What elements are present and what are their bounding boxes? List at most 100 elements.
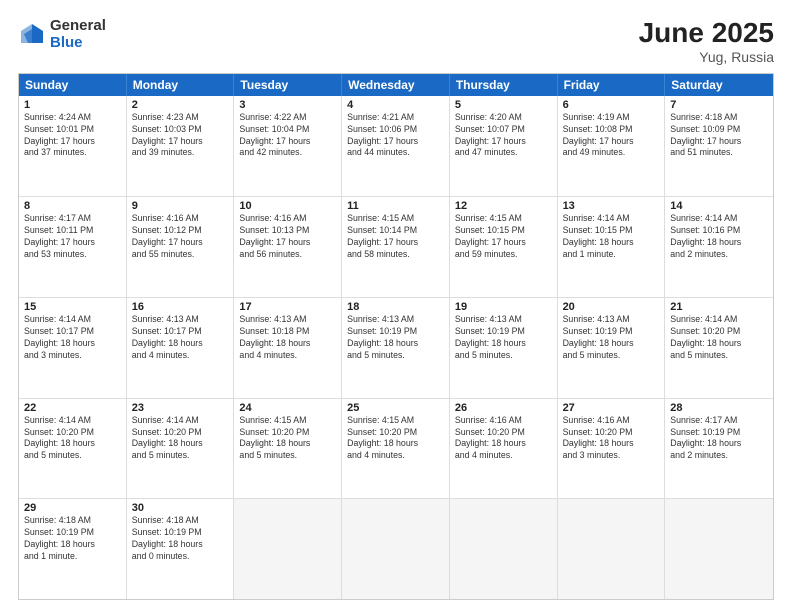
day-number: 8 — [24, 200, 121, 212]
day-number: 24 — [239, 402, 336, 414]
day-info: Sunrise: 4:16 AM Sunset: 10:20 PM Daylig… — [563, 415, 660, 463]
header-day-wednesday: Wednesday — [342, 74, 450, 96]
page: General Blue June 2025 Yug, Russia Sunda… — [0, 0, 792, 612]
calendar-row-5: 29Sunrise: 4:18 AM Sunset: 10:19 PM Dayl… — [19, 498, 773, 599]
month-title: June 2025 — [639, 18, 774, 49]
calendar-cell-7: 7Sunrise: 4:18 AM Sunset: 10:09 PM Dayli… — [665, 96, 773, 197]
location: Yug, Russia — [639, 49, 774, 65]
day-number: 21 — [670, 301, 768, 313]
day-info: Sunrise: 4:13 AM Sunset: 10:19 PM Daylig… — [563, 314, 660, 362]
logo: General Blue — [18, 18, 106, 51]
title-block: June 2025 Yug, Russia — [639, 18, 774, 65]
calendar-cell-22: 22Sunrise: 4:14 AM Sunset: 10:20 PM Dayl… — [19, 399, 127, 499]
day-info: Sunrise: 4:15 AM Sunset: 10:15 PM Daylig… — [455, 213, 552, 261]
calendar-cell-empty — [450, 499, 558, 599]
day-number: 20 — [563, 301, 660, 313]
day-info: Sunrise: 4:24 AM Sunset: 10:01 PM Daylig… — [24, 112, 121, 160]
day-number: 4 — [347, 99, 444, 111]
logo-blue: Blue — [50, 35, 106, 52]
day-info: Sunrise: 4:17 AM Sunset: 10:19 PM Daylig… — [670, 415, 768, 463]
calendar-row-3: 15Sunrise: 4:14 AM Sunset: 10:17 PM Dayl… — [19, 297, 773, 398]
calendar-cell-26: 26Sunrise: 4:16 AM Sunset: 10:20 PM Dayl… — [450, 399, 558, 499]
day-number: 17 — [239, 301, 336, 313]
calendar-cell-24: 24Sunrise: 4:15 AM Sunset: 10:20 PM Dayl… — [234, 399, 342, 499]
day-number: 22 — [24, 402, 121, 414]
header-day-monday: Monday — [127, 74, 235, 96]
day-info: Sunrise: 4:18 AM Sunset: 10:19 PM Daylig… — [24, 515, 121, 563]
day-number: 15 — [24, 301, 121, 313]
calendar-cell-10: 10Sunrise: 4:16 AM Sunset: 10:13 PM Dayl… — [234, 197, 342, 297]
day-info: Sunrise: 4:16 AM Sunset: 10:13 PM Daylig… — [239, 213, 336, 261]
calendar-cell-8: 8Sunrise: 4:17 AM Sunset: 10:11 PM Dayli… — [19, 197, 127, 297]
day-info: Sunrise: 4:13 AM Sunset: 10:19 PM Daylig… — [347, 314, 444, 362]
calendar-cell-17: 17Sunrise: 4:13 AM Sunset: 10:18 PM Dayl… — [234, 298, 342, 398]
header-day-tuesday: Tuesday — [234, 74, 342, 96]
header-day-thursday: Thursday — [450, 74, 558, 96]
header: General Blue June 2025 Yug, Russia — [18, 18, 774, 65]
calendar-row-2: 8Sunrise: 4:17 AM Sunset: 10:11 PM Dayli… — [19, 196, 773, 297]
day-number: 14 — [670, 200, 768, 212]
calendar-cell-3: 3Sunrise: 4:22 AM Sunset: 10:04 PM Dayli… — [234, 96, 342, 197]
day-info: Sunrise: 4:14 AM Sunset: 10:20 PM Daylig… — [24, 415, 121, 463]
calendar-cell-2: 2Sunrise: 4:23 AM Sunset: 10:03 PM Dayli… — [127, 96, 235, 197]
header-day-sunday: Sunday — [19, 74, 127, 96]
day-number: 12 — [455, 200, 552, 212]
header-day-saturday: Saturday — [665, 74, 773, 96]
day-number: 13 — [563, 200, 660, 212]
calendar-cell-29: 29Sunrise: 4:18 AM Sunset: 10:19 PM Dayl… — [19, 499, 127, 599]
day-number: 2 — [132, 99, 229, 111]
logo-text: General Blue — [50, 18, 106, 51]
day-number: 26 — [455, 402, 552, 414]
calendar-cell-21: 21Sunrise: 4:14 AM Sunset: 10:20 PM Dayl… — [665, 298, 773, 398]
day-number: 6 — [563, 99, 660, 111]
day-info: Sunrise: 4:14 AM Sunset: 10:15 PM Daylig… — [563, 213, 660, 261]
day-number: 10 — [239, 200, 336, 212]
calendar-cell-25: 25Sunrise: 4:15 AM Sunset: 10:20 PM Dayl… — [342, 399, 450, 499]
calendar-header: SundayMondayTuesdayWednesdayThursdayFrid… — [19, 74, 773, 96]
day-info: Sunrise: 4:16 AM Sunset: 10:20 PM Daylig… — [455, 415, 552, 463]
calendar-row-1: 1Sunrise: 4:24 AM Sunset: 10:01 PM Dayli… — [19, 96, 773, 197]
calendar-cell-5: 5Sunrise: 4:20 AM Sunset: 10:07 PM Dayli… — [450, 96, 558, 197]
calendar-cell-18: 18Sunrise: 4:13 AM Sunset: 10:19 PM Dayl… — [342, 298, 450, 398]
logo-general: General — [50, 18, 106, 35]
day-number: 16 — [132, 301, 229, 313]
day-number: 25 — [347, 402, 444, 414]
day-number: 18 — [347, 301, 444, 313]
calendar-cell-empty — [558, 499, 666, 599]
day-info: Sunrise: 4:16 AM Sunset: 10:12 PM Daylig… — [132, 213, 229, 261]
calendar-cell-4: 4Sunrise: 4:21 AM Sunset: 10:06 PM Dayli… — [342, 96, 450, 197]
day-info: Sunrise: 4:21 AM Sunset: 10:06 PM Daylig… — [347, 112, 444, 160]
calendar-cell-1: 1Sunrise: 4:24 AM Sunset: 10:01 PM Dayli… — [19, 96, 127, 197]
day-number: 9 — [132, 200, 229, 212]
day-number: 23 — [132, 402, 229, 414]
day-number: 1 — [24, 99, 121, 111]
day-number: 5 — [455, 99, 552, 111]
day-info: Sunrise: 4:14 AM Sunset: 10:17 PM Daylig… — [24, 314, 121, 362]
day-info: Sunrise: 4:14 AM Sunset: 10:20 PM Daylig… — [670, 314, 768, 362]
day-info: Sunrise: 4:15 AM Sunset: 10:14 PM Daylig… — [347, 213, 444, 261]
calendar-cell-13: 13Sunrise: 4:14 AM Sunset: 10:15 PM Dayl… — [558, 197, 666, 297]
day-number: 28 — [670, 402, 768, 414]
day-info: Sunrise: 4:18 AM Sunset: 10:09 PM Daylig… — [670, 112, 768, 160]
day-info: Sunrise: 4:15 AM Sunset: 10:20 PM Daylig… — [347, 415, 444, 463]
calendar-cell-20: 20Sunrise: 4:13 AM Sunset: 10:19 PM Dayl… — [558, 298, 666, 398]
header-day-friday: Friday — [558, 74, 666, 96]
calendar-cell-30: 30Sunrise: 4:18 AM Sunset: 10:19 PM Dayl… — [127, 499, 235, 599]
day-info: Sunrise: 4:22 AM Sunset: 10:04 PM Daylig… — [239, 112, 336, 160]
calendar-body: 1Sunrise: 4:24 AM Sunset: 10:01 PM Dayli… — [19, 96, 773, 599]
calendar-cell-28: 28Sunrise: 4:17 AM Sunset: 10:19 PM Dayl… — [665, 399, 773, 499]
calendar-cell-15: 15Sunrise: 4:14 AM Sunset: 10:17 PM Dayl… — [19, 298, 127, 398]
calendar-cell-empty — [234, 499, 342, 599]
day-info: Sunrise: 4:20 AM Sunset: 10:07 PM Daylig… — [455, 112, 552, 160]
calendar-cell-6: 6Sunrise: 4:19 AM Sunset: 10:08 PM Dayli… — [558, 96, 666, 197]
day-number: 7 — [670, 99, 768, 111]
calendar-row-4: 22Sunrise: 4:14 AM Sunset: 10:20 PM Dayl… — [19, 398, 773, 499]
day-info: Sunrise: 4:14 AM Sunset: 10:20 PM Daylig… — [132, 415, 229, 463]
calendar-cell-empty — [342, 499, 450, 599]
day-info: Sunrise: 4:23 AM Sunset: 10:03 PM Daylig… — [132, 112, 229, 160]
day-number: 3 — [239, 99, 336, 111]
day-number: 19 — [455, 301, 552, 313]
day-info: Sunrise: 4:14 AM Sunset: 10:16 PM Daylig… — [670, 213, 768, 261]
calendar-cell-12: 12Sunrise: 4:15 AM Sunset: 10:15 PM Dayl… — [450, 197, 558, 297]
calendar-cell-empty — [665, 499, 773, 599]
